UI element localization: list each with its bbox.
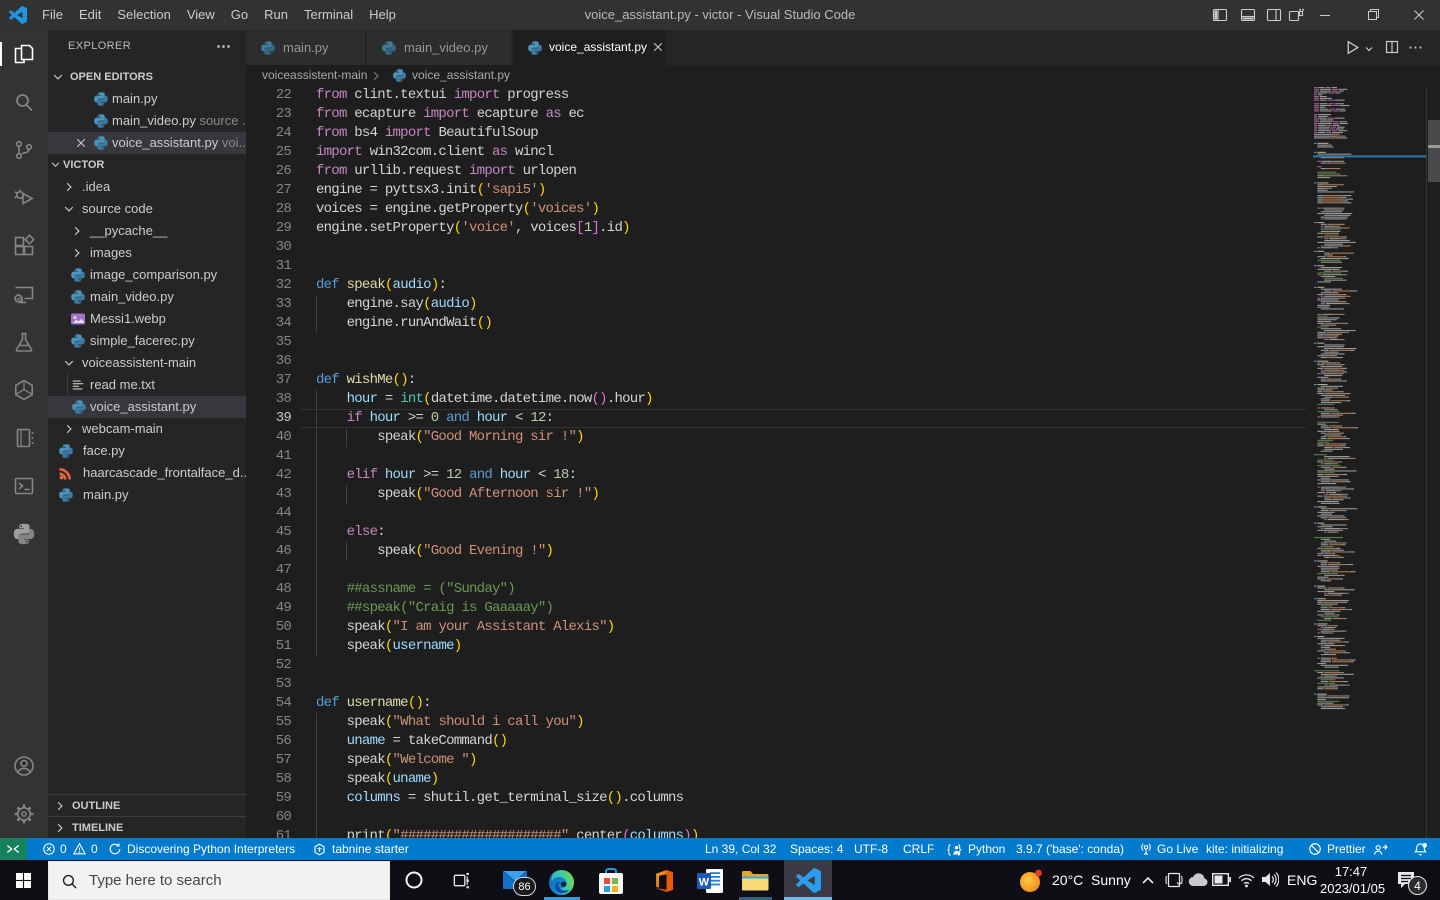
svg-text:W: W: [699, 877, 710, 889]
